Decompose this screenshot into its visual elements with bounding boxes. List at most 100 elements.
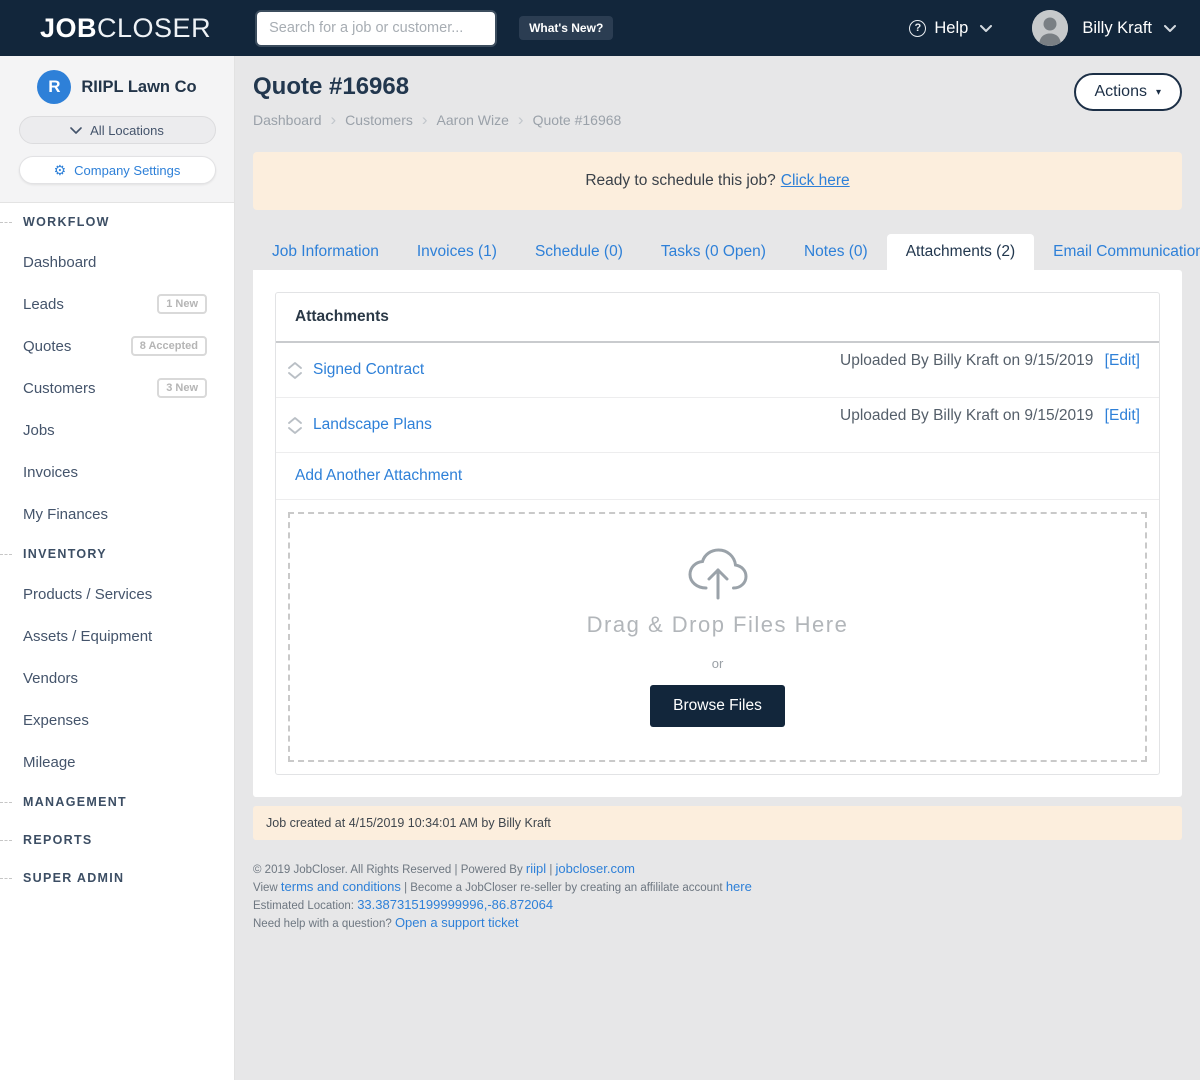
footer-line: © 2019 JobCloser. All Rights Reserved | …: [253, 861, 1182, 878]
breadcrumb-item[interactable]: Dashboard ›: [253, 110, 345, 130]
chevron-up-icon[interactable]: [288, 417, 302, 424]
app-logo-bold: JOB: [40, 13, 97, 43]
breadcrumb-label: Quote #16968: [533, 112, 622, 128]
tab[interactable]: Schedule (0): [516, 234, 642, 270]
breadcrumb: Dashboard › Customers › Aaron Wize › Quo…: [253, 110, 621, 130]
sidebar-item[interactable]: Vendors: [0, 657, 234, 699]
sidebar-item[interactable]: Quotes 8 Accepted: [0, 325, 234, 367]
schedule-banner-text: Ready to schedule this job?: [585, 172, 775, 190]
sidebar-item-label: Vendors: [23, 670, 78, 687]
tab[interactable]: Email Communication (1): [1034, 234, 1200, 270]
avatar: [1032, 10, 1068, 46]
attachment-edit-link[interactable]: [Edit]: [1105, 407, 1140, 424]
footer-text: © 2019 JobCloser. All Rights Reserved | …: [253, 864, 526, 876]
sidebar-item[interactable]: Expenses: [0, 699, 234, 741]
gear-icon: ⚙: [54, 163, 67, 177]
sidebar-section-header[interactable]: INVENTORY: [0, 535, 234, 573]
footer-link[interactable]: riipl: [526, 861, 546, 876]
footer-link[interactable]: terms and conditions: [281, 879, 401, 894]
attachment-link[interactable]: Landscape Plans: [313, 416, 432, 434]
attachment-list: Signed Contract Uploaded By Billy Kraft …: [276, 343, 1159, 453]
footer-text: |: [546, 864, 555, 876]
attachment-meta: Uploaded By Billy Kraft on 9/15/2019: [840, 407, 1093, 424]
sidebar-section-header[interactable]: REPORTS: [0, 821, 234, 859]
footer-link[interactable]: here: [726, 879, 752, 894]
tab[interactable]: Invoices (1): [398, 234, 516, 270]
sidebar-item-label: Products / Services: [23, 586, 152, 603]
schedule-link[interactable]: Click here: [781, 172, 850, 190]
footer-link[interactable]: Open a support ticket: [395, 915, 519, 930]
chevron-down-icon[interactable]: [288, 372, 302, 379]
tab-label: Notes (0): [804, 243, 868, 261]
sidebar-item[interactable]: My Finances: [0, 493, 234, 535]
chevron-down-icon: [980, 25, 992, 32]
user-menu[interactable]: Billy Kraft: [1032, 10, 1176, 46]
breadcrumb-item[interactable]: Customers ›: [345, 110, 436, 130]
job-created-banner: Job created at 4/15/2019 10:34:01 AM by …: [253, 806, 1182, 840]
footer-text: Need help with a question?: [253, 918, 395, 930]
sidebar-section-header[interactable]: SUPER ADMIN: [0, 859, 234, 897]
breadcrumb-item[interactable]: Quote #16968 ›: [533, 112, 622, 128]
dropzone-title: Drag & Drop Files Here: [587, 612, 849, 638]
footer-text: Estimated Location:: [253, 900, 357, 912]
sort-arrows: [288, 362, 302, 379]
tab[interactable]: Notes (0): [785, 234, 887, 270]
chevron-up-icon[interactable]: [288, 362, 302, 369]
attachments-panel: Attachments Signed Contract: [253, 270, 1182, 797]
sidebar-item[interactable]: Dashboard: [0, 241, 234, 283]
sidebar-item[interactable]: Customers 3 New: [0, 367, 234, 409]
footer-link[interactable]: jobcloser.com: [556, 861, 635, 876]
breadcrumb-label: Dashboard: [253, 112, 322, 128]
chevron-down-icon[interactable]: [288, 427, 302, 434]
help-label: Help: [934, 19, 968, 38]
navbar-right: ? Help Billy Kraft: [909, 10, 1176, 46]
company-row: R RIIPL Lawn Co: [0, 70, 234, 104]
page-title: Quote #16968: [253, 73, 621, 101]
file-dropzone[interactable]: Drag & Drop Files Here or Browse Files: [288, 512, 1147, 762]
breadcrumb-separator-icon: ›: [422, 110, 428, 130]
top-navbar: JOBCLOSER What's New? ? Help: [0, 0, 1200, 56]
breadcrumb-item[interactable]: Aaron Wize ›: [437, 110, 533, 130]
attachment-row: Landscape Plans Uploaded By Billy Kraft …: [276, 398, 1159, 453]
help-menu[interactable]: ? Help: [909, 19, 992, 38]
sidebar-section-label: MANAGEMENT: [23, 795, 127, 809]
chevron-down-icon: [70, 127, 82, 134]
search-input[interactable]: [257, 12, 495, 45]
sidebar-item[interactable]: Invoices: [0, 451, 234, 493]
footer-link[interactable]: 33.387315199999996,-86.872064: [357, 897, 553, 912]
tab[interactable]: Attachments (2): [887, 234, 1034, 270]
sidebar-item[interactable]: Assets / Equipment: [0, 615, 234, 657]
tab[interactable]: Job Information: [253, 234, 398, 270]
sidebar-section-label: WORKFLOW: [23, 215, 110, 229]
sidebar-section-header[interactable]: MANAGEMENT: [0, 783, 234, 821]
caret-down-icon: ▾: [1156, 87, 1161, 98]
section-dash-icon: [0, 878, 12, 879]
section-dash-icon: [0, 802, 12, 803]
sidebar-item-badge: 3 New: [157, 378, 207, 398]
tab-bar: Job Information Invoices (1) Schedule (0…: [253, 234, 1182, 270]
attachment-edit-link[interactable]: [Edit]: [1105, 352, 1140, 369]
sidebar-item[interactable]: Mileage: [0, 741, 234, 783]
add-attachment-link[interactable]: Add Another Attachment: [295, 467, 462, 484]
sidebar-item-badge: 1 New: [157, 294, 207, 314]
sidebar-item-label: Expenses: [23, 712, 89, 729]
sidebar-item[interactable]: Jobs: [0, 409, 234, 451]
sidebar-item[interactable]: Leads 1 New: [0, 283, 234, 325]
footer-text: | Become a JobCloser re-seller by creati…: [401, 882, 726, 894]
sidebar-menu: WORKFLOW Dashboard Leads 1 New Quotes 8 …: [0, 203, 234, 897]
whats-new-badge[interactable]: What's New?: [519, 16, 613, 40]
sidebar-item-label: Dashboard: [23, 254, 96, 271]
actions-button[interactable]: Actions ▾: [1074, 73, 1183, 111]
tab-label: Invoices (1): [417, 243, 497, 261]
location-selector[interactable]: All Locations: [19, 116, 216, 144]
browse-files-button[interactable]: Browse Files: [650, 685, 785, 727]
attachment-link[interactable]: Signed Contract: [313, 361, 424, 379]
sidebar-section-header[interactable]: WORKFLOW: [0, 203, 234, 241]
sidebar-item[interactable]: Products / Services: [0, 573, 234, 615]
page-footer: © 2019 JobCloser. All Rights Reserved | …: [253, 861, 1182, 932]
company-settings-button[interactable]: ⚙ Company Settings: [19, 156, 216, 184]
attachment-row-left: Landscape Plans: [288, 398, 432, 452]
attachments-card-title: Attachments: [276, 293, 1159, 343]
sidebar: R RIIPL Lawn Co All Locations ⚙ Company …: [0, 56, 235, 1080]
tab[interactable]: Tasks (0 Open): [642, 234, 785, 270]
